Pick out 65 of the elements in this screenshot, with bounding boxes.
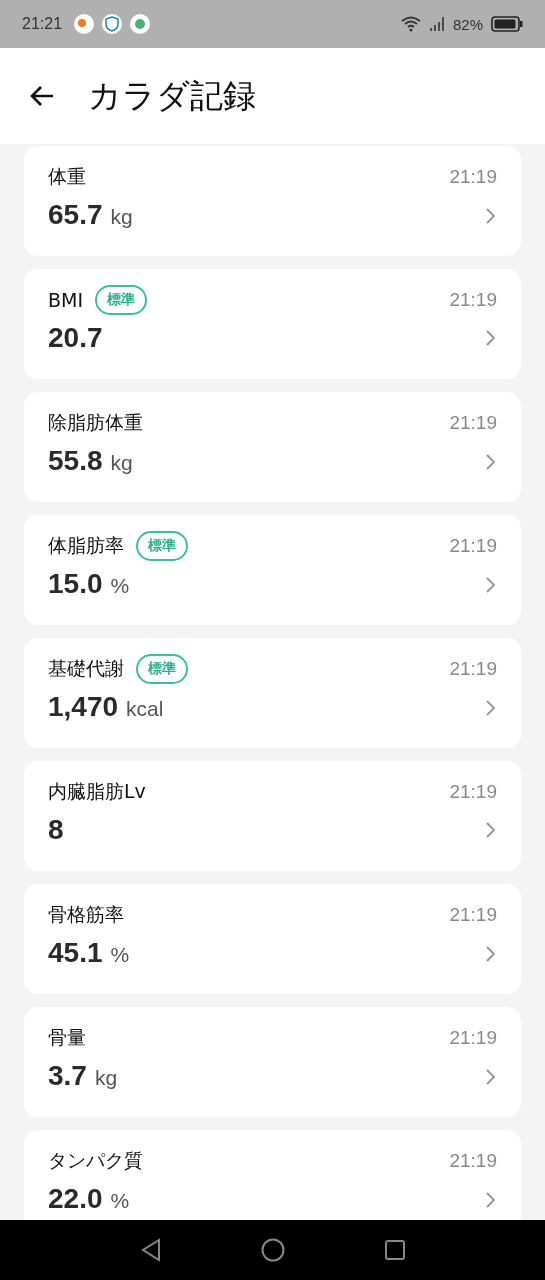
back-nav-button[interactable]	[139, 1238, 162, 1262]
record-time: 21:19	[449, 780, 497, 804]
record-time: 21:19	[449, 411, 497, 435]
record-value: 15.0	[48, 567, 103, 601]
chevron-icon	[485, 576, 497, 594]
record-unit: kg	[110, 204, 133, 230]
record-label: 骨格筋率	[48, 902, 124, 927]
status-badge: 標準	[136, 531, 188, 561]
record-unit: %	[110, 1188, 130, 1214]
record-label: 除脂肪体重	[48, 410, 143, 435]
record-label: 骨量	[48, 1025, 86, 1050]
record-value: 22.0	[48, 1182, 103, 1216]
record-time: 21:19	[449, 534, 497, 558]
record-time: 21:19	[449, 1149, 497, 1173]
record-card[interactable]: 内臓脂肪Lv 21:19 8	[24, 761, 521, 871]
record-value: 20.7	[48, 321, 103, 355]
record-card[interactable]: BMI 標準 21:19 20.7	[24, 269, 521, 379]
wifi-icon	[400, 16, 421, 32]
record-unit: %	[110, 942, 130, 968]
record-value: 65.7	[48, 198, 103, 232]
page-title: カラダ記録	[88, 74, 256, 117]
record-card[interactable]: 基礎代謝 標準 21:19 1,470 kcal	[24, 638, 521, 748]
chevron-icon	[485, 821, 497, 839]
chevron-icon	[485, 453, 497, 471]
record-time: 21:19	[449, 288, 497, 312]
record-unit: kg	[94, 1065, 118, 1091]
record-label: 体脂肪率	[48, 533, 124, 558]
record-card[interactable]: 体重 21:19 65.7 kg	[24, 146, 521, 256]
record-label: 体重	[48, 164, 86, 189]
chevron-icon	[485, 1068, 497, 1086]
record-label: タンパク質	[48, 1148, 143, 1173]
battery-icon	[491, 16, 523, 32]
status-time: 21:21	[22, 15, 63, 33]
record-card[interactable]: 除脂肪体重 21:19 55.8 kg	[24, 392, 521, 502]
record-time: 21:19	[449, 165, 497, 189]
record-label: 基礎代謝	[48, 656, 124, 681]
record-time: 21:19	[449, 657, 497, 681]
record-unit: kg	[110, 450, 133, 476]
record-unit: kcal	[126, 696, 164, 722]
record-value: 3.7	[48, 1059, 87, 1093]
chevron-icon	[485, 1191, 497, 1209]
chevron-icon	[485, 329, 497, 347]
record-unit: %	[110, 573, 130, 599]
status-badge: 標準	[95, 285, 148, 315]
record-value: 1,470	[48, 690, 119, 724]
record-card[interactable]: 骨格筋率 21:19 45.1 %	[24, 884, 521, 994]
record-time: 21:19	[449, 903, 497, 927]
record-card[interactable]: 骨量 21:19 3.7 kg	[24, 1007, 521, 1117]
home-nav-button[interactable]	[260, 1238, 285, 1262]
record-value: 45.1	[48, 936, 103, 970]
battery-percent: 82%	[452, 15, 483, 33]
record-time: 21:19	[449, 1026, 497, 1050]
record-card[interactable]: タンパク質 21:19 22.0 %	[24, 1130, 521, 1220]
chevron-icon	[485, 207, 497, 225]
chevron-icon	[485, 945, 497, 963]
recents-nav-button[interactable]	[383, 1239, 406, 1261]
signal-icon	[428, 16, 445, 32]
status-badge: 標準	[136, 654, 188, 684]
shield-icon	[102, 14, 123, 34]
record-label: 内臓脂肪Lv	[48, 779, 146, 804]
chevron-icon	[485, 699, 497, 717]
record-card[interactable]: 体脂肪率 標準 21:19 15.0 %	[24, 515, 521, 625]
record-value: 55.8	[48, 444, 103, 478]
record-value: 8	[48, 813, 64, 847]
record-label: BMI	[48, 289, 84, 311]
